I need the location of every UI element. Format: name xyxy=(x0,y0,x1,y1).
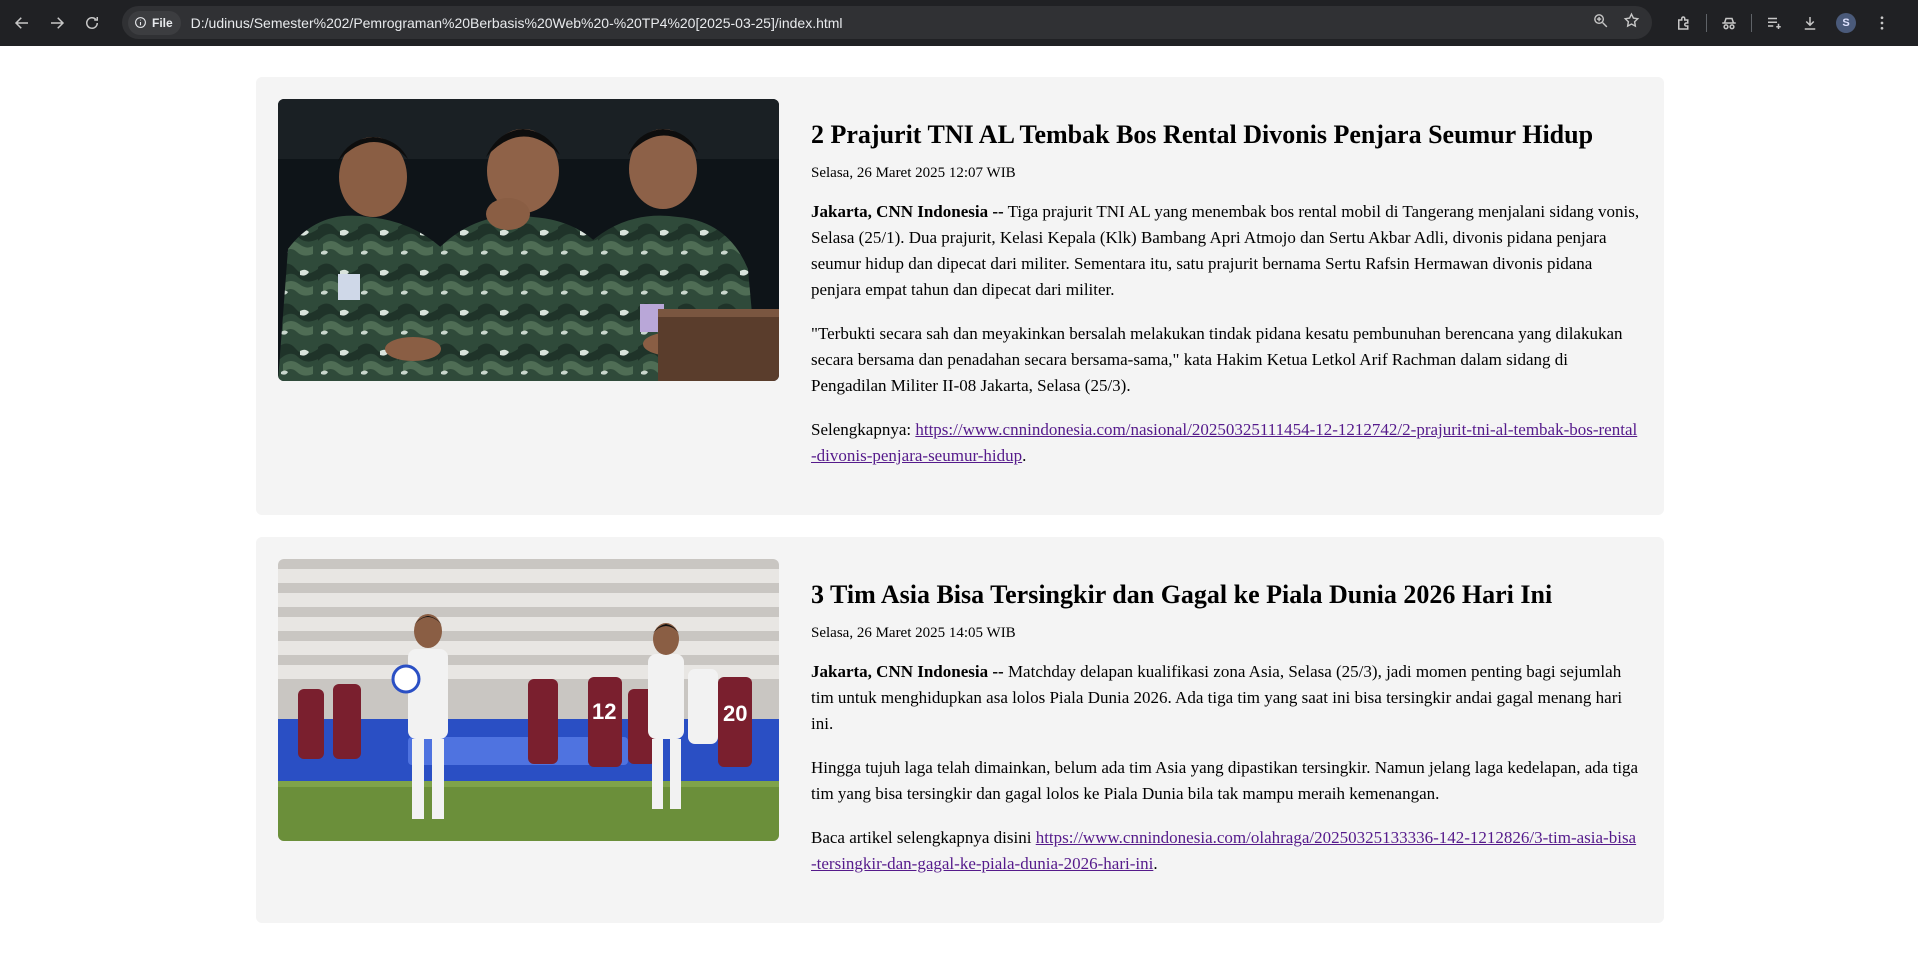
incognito-icon[interactable] xyxy=(1711,5,1747,41)
article-paragraph: "Terbukti secara sah dan meyakinkan bers… xyxy=(811,324,1623,395)
menu-icon[interactable] xyxy=(1864,5,1900,41)
article-date: Selasa, 26 Maret 2025 12:07 WIB xyxy=(811,165,1016,181)
svg-text:20: 20 xyxy=(723,701,747,726)
page-viewport: 2 Prajurit TNI AL Tembak Bos Rental Divo… xyxy=(0,46,1918,978)
info-icon xyxy=(135,17,146,28)
more-label: Baca artikel selengkapnya disini xyxy=(811,828,1036,847)
article-card: 12 20 3 Tim Asia Bisa Tersingkir dan Gag… xyxy=(256,537,1664,923)
zoom-icon[interactable] xyxy=(1592,12,1609,34)
more-label: Selengkapnya: xyxy=(811,420,916,439)
address-bar[interactable]: File D:/udinus/Semester%202/Pemrograman%… xyxy=(122,6,1652,39)
reading-list-icon[interactable] xyxy=(1756,5,1792,41)
avatar: S xyxy=(1836,13,1856,33)
site-info-chip[interactable]: File xyxy=(128,10,181,35)
article-more: Baca artikel selengkapnya disini https:/… xyxy=(811,825,1641,877)
bookmark-star-icon[interactable] xyxy=(1623,11,1640,34)
lead-source: Jakarta, CNN Indonesia -- xyxy=(811,202,1004,221)
profile-avatar[interactable]: S xyxy=(1828,5,1864,41)
article-lead: Jakarta, CNN Indonesia -- Tiga prajurit … xyxy=(811,199,1641,303)
article-image-football: 12 20 xyxy=(278,559,779,841)
browser-toolbar: File D:/udinus/Semester%202/Pemrograman%… xyxy=(0,0,1918,46)
article-lead: Jakarta, CNN Indonesia -- Matchday delap… xyxy=(811,659,1641,737)
extensions-icon[interactable] xyxy=(1666,5,1702,41)
svg-text:12: 12 xyxy=(592,699,616,724)
article-source-link[interactable]: https://www.cnnindonesia.com/nasional/20… xyxy=(811,420,1637,465)
forward-icon[interactable] xyxy=(41,7,73,39)
url-text[interactable]: D:/udinus/Semester%202/Pemrograman%20Ber… xyxy=(191,15,843,31)
article-title: 3 Tim Asia Bisa Tersingkir dan Gagal ke … xyxy=(811,580,1553,609)
lead-source: Jakarta, CNN Indonesia -- xyxy=(811,662,1004,681)
article-more: Selengkapnya: https://www.cnnindonesia.c… xyxy=(811,417,1641,469)
article-content: 2 Prajurit TNI AL Tembak Bos Rental Divo… xyxy=(811,119,1641,487)
article-paragraph: Hingga tujuh laga telah dimainkan, belum… xyxy=(811,758,1639,803)
file-label: File xyxy=(152,15,173,30)
reload-icon[interactable] xyxy=(76,7,108,39)
more-suffix: . xyxy=(1022,446,1027,465)
article-date: Selasa, 26 Maret 2025 14:05 WIB xyxy=(811,625,1016,641)
download-icon[interactable] xyxy=(1792,5,1828,41)
more-suffix: . xyxy=(1153,854,1158,873)
article-title: 2 Prajurit TNI AL Tembak Bos Rental Divo… xyxy=(811,120,1594,149)
article-card: 2 Prajurit TNI AL Tembak Bos Rental Divo… xyxy=(256,77,1664,515)
article-image-soldiers xyxy=(278,99,779,381)
back-icon[interactable] xyxy=(6,7,38,39)
toolbar-divider xyxy=(1751,14,1752,32)
article-content: 3 Tim Asia Bisa Tersingkir dan Gagal ke … xyxy=(811,579,1641,895)
toolbar-divider xyxy=(1706,14,1707,32)
